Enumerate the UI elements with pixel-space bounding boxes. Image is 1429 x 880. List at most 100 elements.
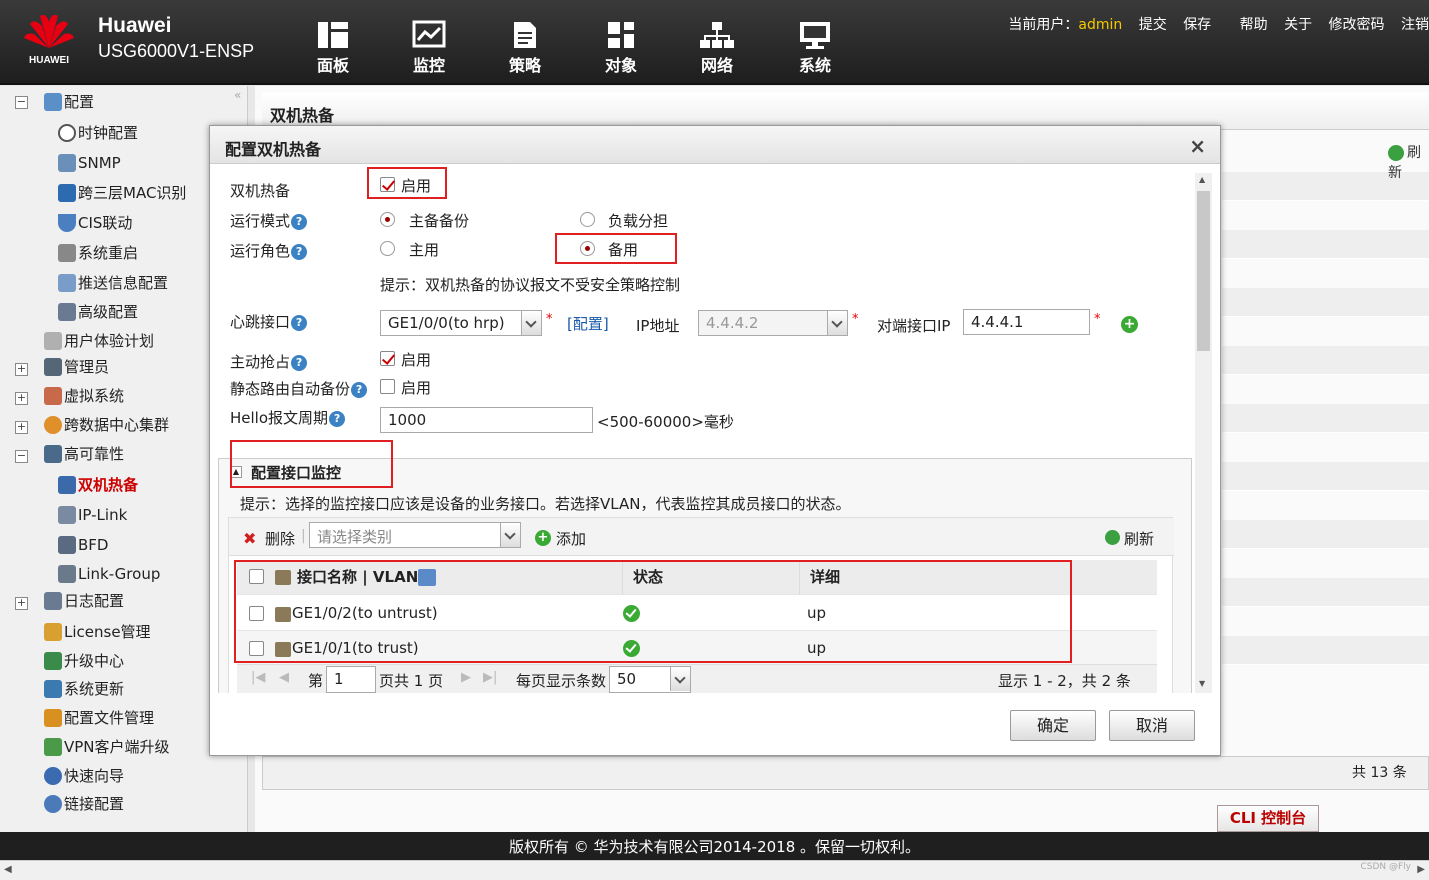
tree-item-vpn[interactable]: VPN客户端升级 bbox=[44, 735, 170, 759]
tree-item-license[interactable]: License管理 bbox=[44, 620, 151, 644]
scroll-right-icon[interactable]: ▶ bbox=[1417, 864, 1425, 875]
tree-item-link[interactable]: 链接配置 bbox=[44, 792, 124, 816]
message-icon bbox=[58, 274, 76, 292]
per-page-select[interactable]: 50 bbox=[609, 666, 691, 693]
help-icon[interactable]: ? bbox=[291, 213, 308, 230]
heartbeat-config-link[interactable]: [配置] bbox=[567, 313, 609, 334]
first-page-icon[interactable]: |◀ bbox=[251, 670, 265, 685]
tree-item-clock[interactable]: 时钟配置 bbox=[58, 121, 138, 145]
table-row[interactable]: GE1/0/2(to untrust) up bbox=[237, 596, 1157, 631]
nav-system[interactable]: 系统 bbox=[785, 20, 845, 78]
page-number-input[interactable]: 1 bbox=[326, 666, 376, 693]
tree-item-configfile[interactable]: 配置文件管理 bbox=[44, 706, 154, 730]
cancel-button[interactable]: 取消 bbox=[1109, 710, 1195, 741]
ok-button[interactable]: 确定 bbox=[1010, 710, 1096, 741]
scroll-down-icon[interactable]: ▼ bbox=[1199, 679, 1205, 688]
link-change-password[interactable]: 修改密码 bbox=[1329, 17, 1385, 33]
preempt-checkbox[interactable] bbox=[380, 351, 395, 366]
peer-ip-input[interactable]: 4.4.4.1 bbox=[963, 309, 1090, 335]
help-icon[interactable]: ? bbox=[291, 314, 308, 331]
link-about[interactable]: 关于 bbox=[1284, 17, 1312, 33]
prev-page-icon[interactable]: ◀ bbox=[279, 670, 289, 685]
expand-section-icon[interactable]: ▲ bbox=[230, 466, 242, 478]
tree-item-upgrade[interactable]: 升级中心 bbox=[44, 649, 124, 673]
tree-item-vsys[interactable]: 虚拟系统 bbox=[44, 384, 124, 408]
tree-item-bfd[interactable]: BFD bbox=[58, 533, 108, 557]
link-logout[interactable]: 注销 bbox=[1401, 17, 1429, 33]
mode-active-standby-radio[interactable] bbox=[380, 212, 395, 227]
cli-console-button[interactable]: CLI 控制台 bbox=[1217, 805, 1319, 832]
row-checkbox[interactable] bbox=[249, 606, 264, 621]
column-header-status[interactable]: 状态 bbox=[622, 560, 663, 595]
help-icon[interactable]: ? bbox=[291, 243, 308, 260]
tree-item-update[interactable]: 系统更新 bbox=[44, 677, 124, 701]
help-icon[interactable]: ? bbox=[351, 381, 368, 398]
expand-toggle-icon[interactable]: + bbox=[15, 421, 28, 434]
grid-refresh-button[interactable]: 刷新 bbox=[1124, 528, 1154, 549]
table-row[interactable]: GE1/0/1(to trust) up bbox=[237, 631, 1157, 666]
column-header-name[interactable]: 接口名称 | VLAN bbox=[297, 560, 418, 595]
close-icon[interactable]: × bbox=[1189, 134, 1206, 158]
link-help[interactable]: 帮助 bbox=[1240, 17, 1268, 33]
scroll-thumb[interactable] bbox=[1197, 191, 1210, 351]
help-icon[interactable]: ? bbox=[329, 410, 346, 427]
nav-policy[interactable]: 策略 bbox=[495, 20, 555, 78]
tree-item-mac[interactable]: 跨三层MAC识别 bbox=[58, 181, 186, 205]
select-all-checkbox[interactable] bbox=[249, 569, 264, 584]
expand-toggle-icon[interactable]: + bbox=[15, 597, 28, 610]
tree-item-linkgroup[interactable]: Link-Group bbox=[58, 562, 160, 586]
row-checkbox[interactable] bbox=[249, 641, 264, 656]
mode-load-sharing-radio[interactable] bbox=[580, 212, 595, 227]
cluster-icon bbox=[44, 416, 62, 434]
expand-toggle-icon[interactable]: + bbox=[15, 392, 28, 405]
brand-name: Huawei bbox=[98, 14, 172, 37]
tree-item-ux[interactable]: 用户体验计划 bbox=[44, 329, 154, 353]
tree-item-snmp[interactable]: SNMP bbox=[58, 151, 121, 175]
tree-item-admin[interactable]: 管理员 bbox=[44, 355, 109, 379]
nav-network[interactable]: 网络 bbox=[687, 20, 747, 78]
scroll-up-icon[interactable]: ▲ bbox=[1199, 175, 1205, 184]
table-row bbox=[1222, 230, 1429, 259]
static-route-checkbox[interactable] bbox=[380, 379, 395, 394]
nav-dashboard[interactable]: 面板 bbox=[303, 20, 363, 78]
column-header-detail[interactable]: 详细 bbox=[799, 560, 840, 595]
tree-item-cis[interactable]: CIS联动 bbox=[58, 211, 132, 235]
tree-item-iplink[interactable]: IP-Link bbox=[58, 503, 127, 527]
sidebar-collapse-icon[interactable]: « bbox=[234, 88, 241, 102]
tree-item-reboot[interactable]: 系统重启 bbox=[58, 241, 138, 265]
help-icon[interactable]: ? bbox=[291, 354, 308, 371]
role-backup-radio[interactable] bbox=[580, 241, 595, 256]
tree-item-config[interactable]: 配置 bbox=[44, 90, 94, 114]
nav-object[interactable]: 对象 bbox=[591, 20, 651, 78]
tree-item-log[interactable]: 日志配置 bbox=[44, 589, 124, 613]
add-button[interactable]: 添加 bbox=[556, 528, 586, 549]
hello-period-input[interactable]: 1000 bbox=[380, 407, 593, 433]
tree-item-hrp[interactable]: 双机热备 bbox=[58, 473, 138, 497]
grid-header-row: 接口名称 | VLAN 状态 详细 bbox=[237, 560, 1157, 595]
link-submit[interactable]: 提交 bbox=[1139, 17, 1167, 33]
heartbeat-interface-select[interactable]: GE1/0/0(to hrp) bbox=[380, 310, 542, 336]
category-select[interactable]: 请选择类别 bbox=[309, 522, 521, 548]
dialog-scrollbar[interactable]: ▲ ▼ bbox=[1195, 173, 1212, 693]
collapse-toggle-icon[interactable]: − bbox=[15, 450, 28, 463]
last-page-icon[interactable]: ▶| bbox=[483, 670, 497, 685]
tree-item-ha[interactable]: 高可靠性 bbox=[44, 442, 124, 466]
horizontal-scrollbar[interactable]: ◀ ▶ CSDN @Fly bbox=[0, 860, 1429, 880]
tree-item-wizard[interactable]: 快速向导 bbox=[44, 764, 124, 788]
delete-button[interactable]: 删除 bbox=[265, 528, 295, 549]
heartbeat-label: 心跳接口? bbox=[230, 311, 308, 332]
nav-monitor[interactable]: 监控 bbox=[399, 20, 459, 78]
next-page-icon[interactable]: ▶ bbox=[461, 670, 471, 685]
scroll-left-icon[interactable]: ◀ bbox=[4, 864, 12, 875]
tree-item-cluster[interactable]: 跨数据中心集群 bbox=[44, 413, 169, 437]
ha-enable-checkbox[interactable] bbox=[380, 177, 395, 192]
link-save[interactable]: 保存 bbox=[1183, 17, 1211, 33]
expand-toggle-icon[interactable]: + bbox=[15, 363, 28, 376]
ip-address-select[interactable]: 4.4.4.2 bbox=[698, 310, 848, 336]
tree-item-advanced[interactable]: 高级配置 bbox=[58, 300, 138, 324]
tree-item-push[interactable]: 推送信息配置 bbox=[58, 271, 168, 295]
role-master-radio[interactable] bbox=[380, 241, 395, 256]
main-refresh-button[interactable]: 刷新 bbox=[1388, 142, 1429, 182]
add-heartbeat-icon[interactable]: + bbox=[1121, 316, 1138, 333]
collapse-toggle-icon[interactable]: − bbox=[15, 96, 28, 109]
